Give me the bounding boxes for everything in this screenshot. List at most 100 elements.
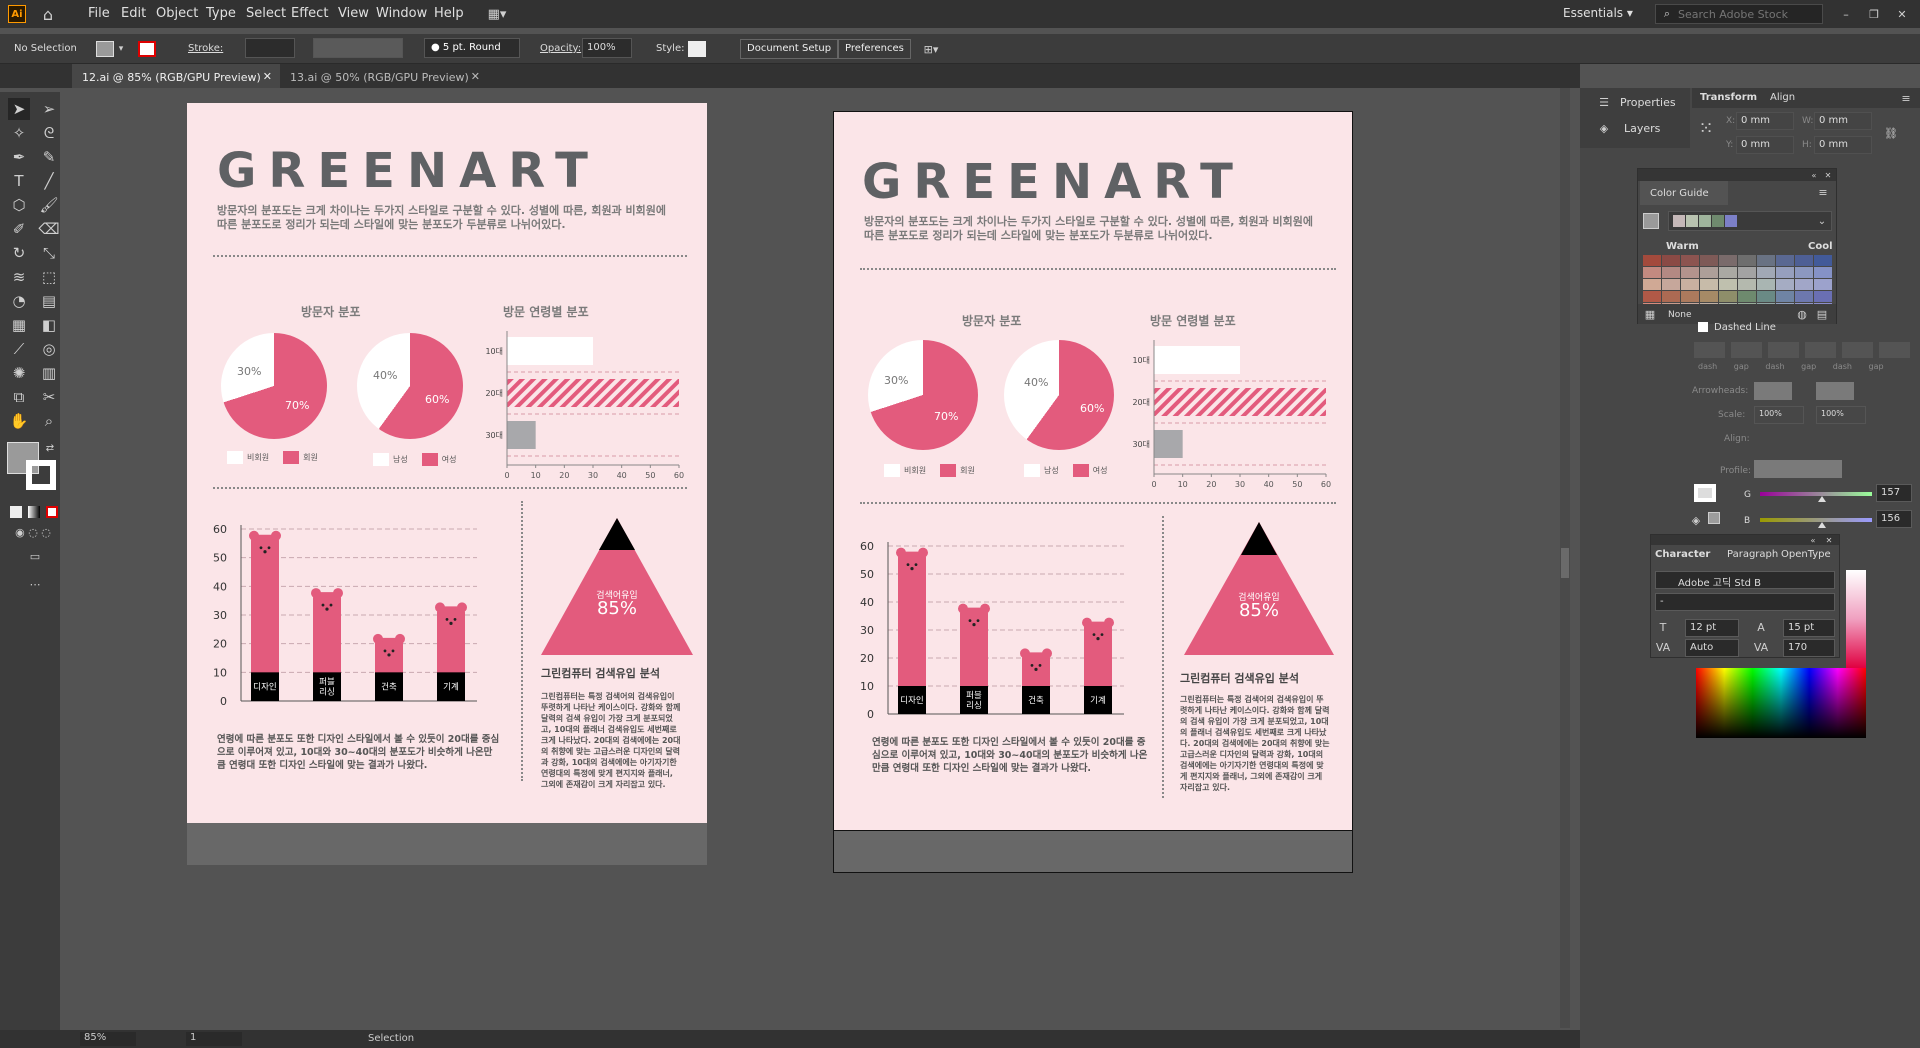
color-variation-swatch[interactable] [1719, 255, 1737, 266]
color-variation-swatch[interactable] [1738, 291, 1756, 302]
b-slider[interactable] [1760, 518, 1872, 522]
fill-swatch[interactable] [96, 41, 114, 57]
y-field[interactable]: 0 mm [1736, 136, 1794, 154]
minimize-icon[interactable]: – [1836, 4, 1856, 24]
swap-colors-icon[interactable]: ⇄ [44, 442, 56, 454]
swatch-library-icon[interactable]: ▦ [1642, 306, 1658, 322]
out-of-gamut-icon[interactable]: ◈ [1688, 512, 1704, 528]
magic-wand-tool-icon[interactable]: ✧ [8, 122, 30, 144]
opacity-field[interactable]: 100% [582, 38, 632, 58]
arrow-start-select[interactable] [1754, 382, 1792, 400]
color-variation-swatch[interactable] [1795, 291, 1813, 302]
menu-file[interactable]: File [88, 6, 110, 21]
arrange-documents-icon[interactable]: ▦▾ [480, 4, 514, 24]
shape-builder-tool-icon[interactable]: ◔ [8, 290, 30, 312]
screen-mode-icon[interactable]: ▭ [24, 548, 46, 564]
tab-paragraph[interactable]: Paragraph [1727, 549, 1778, 560]
menu-select[interactable]: Select [246, 6, 286, 21]
direct-selection-tool-icon[interactable]: ➢ [38, 98, 60, 120]
color-variation-swatch[interactable] [1814, 291, 1832, 302]
panel-menu-icon[interactable]: ≡ [1898, 90, 1914, 106]
color-variation-swatch[interactable] [1738, 279, 1756, 290]
gradient-mode-button[interactable] [28, 506, 40, 518]
zoom-tool-icon[interactable]: ⌕ [38, 410, 60, 432]
color-variation-swatch[interactable] [1795, 255, 1813, 266]
hue-strip[interactable] [1846, 570, 1866, 668]
color-variation-swatch[interactable] [1643, 279, 1661, 290]
color-variation-swatch[interactable] [1814, 267, 1832, 278]
color-variation-swatch[interactable] [1643, 267, 1661, 278]
opacity-label[interactable]: Opacity: [540, 43, 581, 54]
scale-tool-icon[interactable]: ⤡ [38, 242, 60, 264]
menu-object[interactable]: Object [156, 6, 198, 21]
color-variation-swatch[interactable] [1757, 267, 1775, 278]
brush-field[interactable]: ● 5 pt. Round [424, 38, 520, 58]
font-family-field[interactable]: Adobe 고딕 Std B [1655, 571, 1835, 589]
none-mode-button[interactable] [46, 506, 58, 518]
color-variation-swatch[interactable] [1719, 279, 1737, 290]
w-field[interactable]: 0 mm [1814, 112, 1872, 130]
color-variation-swatch[interactable] [1662, 279, 1680, 290]
menu-edit[interactable]: Edit [121, 6, 146, 21]
constrain-link-icon[interactable]: ⛓ [1882, 124, 1900, 142]
workspace-switcher[interactable]: Essentials ▾ [1563, 6, 1633, 20]
harmony-swatch[interactable] [1686, 215, 1698, 227]
close-panel-icon[interactable]: ✕ [1823, 535, 1835, 545]
dash-fields[interactable] [1694, 342, 1914, 360]
type-tool-icon[interactable]: T [8, 170, 30, 192]
stroke-weight-field[interactable] [245, 38, 295, 58]
color-variation-swatch[interactable] [1738, 267, 1756, 278]
page-field[interactable]: 1 [186, 1032, 242, 1046]
scale-start-field[interactable]: 100% [1754, 406, 1804, 424]
color-variation-swatch[interactable] [1776, 279, 1794, 290]
curvature-tool-icon[interactable]: ✎ [38, 146, 60, 168]
leading-field[interactable]: 15 pt [1783, 619, 1835, 637]
zoom-field[interactable]: 85% [80, 1032, 136, 1046]
color-variation-swatch[interactable] [1814, 279, 1832, 290]
restore-icon[interactable]: ❐ [1864, 4, 1884, 24]
artboard-1[interactable]: GREENART 방문자의 분포도는 크게 차이나는 두가지 스타일로 구분할 … [187, 103, 707, 823]
color-variation-swatch[interactable] [1776, 255, 1794, 266]
kerning-field[interactable]: Auto [1685, 639, 1739, 657]
variable-width-field[interactable] [313, 38, 403, 58]
symbol-sprayer-tool-icon[interactable]: ✺ [8, 362, 30, 384]
tab-align[interactable]: Align [1770, 92, 1795, 103]
stock-search-input[interactable] [1678, 6, 1818, 22]
color-variation-swatch[interactable] [1662, 267, 1680, 278]
tab-13ai[interactable]: 13.ai @ 50% (RGB/GPU Preview) ✕ [280, 64, 488, 88]
tracking-field[interactable]: 170 [1783, 639, 1835, 657]
artboard-tool-icon[interactable]: ⧉ [8, 386, 30, 408]
g-slider-thumb[interactable] [1818, 496, 1826, 502]
x-field[interactable]: 0 mm [1736, 112, 1794, 130]
font-size-field[interactable]: 12 pt [1685, 619, 1739, 637]
style-swatch[interactable] [688, 41, 706, 57]
layers-icon[interactable]: ◈ [1594, 118, 1614, 138]
close-icon[interactable]: ✕ [1892, 4, 1912, 24]
color-variation-swatch[interactable] [1681, 279, 1699, 290]
color-variation-swatch[interactable] [1662, 291, 1680, 302]
scale-end-field[interactable]: 100% [1816, 406, 1866, 424]
tab-12ai[interactable]: 12.ai @ 85% (RGB/GPU Preview) ✕ [72, 64, 280, 88]
align-options-icon[interactable]: ⊞▾ [916, 40, 946, 58]
column-graph-tool-icon[interactable]: ▥ [38, 362, 60, 384]
harmony-swatch[interactable] [1699, 215, 1711, 227]
dashed-line-checkbox[interactable] [1698, 322, 1708, 332]
stock-search[interactable]: ⌕ [1655, 4, 1823, 24]
canvas[interactable]: GREENART 방문자의 분포도는 크게 차이나는 두가지 스타일로 구분할 … [60, 88, 1570, 1028]
vertical-scroll-thumb[interactable] [1561, 548, 1569, 578]
color-variation-swatch[interactable] [1700, 291, 1718, 302]
width-tool-icon[interactable]: ≋ [8, 266, 30, 288]
pen-tool-icon[interactable]: ✒ [8, 146, 30, 168]
arrow-end-select[interactable] [1816, 382, 1854, 400]
polygon-tool-icon[interactable]: ⬡ [8, 194, 30, 216]
menu-window[interactable]: Window [376, 6, 427, 21]
color-variation-swatch[interactable] [1681, 255, 1699, 266]
color-spectrum[interactable] [1696, 668, 1866, 738]
color-variation-swatch[interactable] [1681, 267, 1699, 278]
perspective-grid-tool-icon[interactable]: ▤ [38, 290, 60, 312]
color-variation-swatch[interactable] [1814, 255, 1832, 266]
color-guide-tab[interactable]: Color Guide [1640, 181, 1728, 205]
base-color-swatch[interactable] [1643, 213, 1659, 229]
lasso-tool-icon[interactable]: ᘓ [38, 122, 60, 144]
blend-tool-icon[interactable]: ◎ [38, 338, 60, 360]
